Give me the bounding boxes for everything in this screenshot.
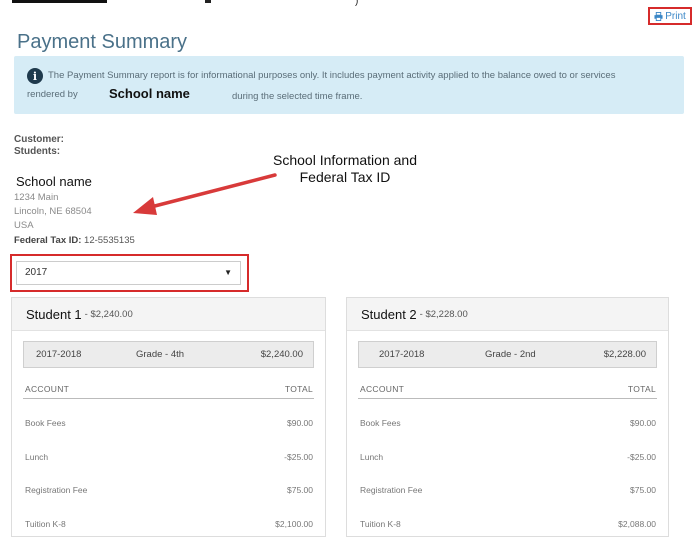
line-item-label: Registration Fee — [25, 485, 88, 495]
student-amount: - $2,228.00 — [419, 308, 468, 320]
student-card: Student 2 - $2,228.00 2017-2018 Grade - … — [346, 297, 669, 537]
info-text-line1: The Payment Summary report is for inform… — [48, 70, 616, 81]
print-label: Print — [665, 10, 686, 22]
customer-label: Customer: — [14, 134, 65, 145]
line-item-value: $75.00 — [630, 485, 656, 495]
total-column-header: TOTAL — [284, 384, 313, 394]
school-name: School name — [16, 174, 92, 189]
term-total: $2,240.00 — [260, 349, 303, 360]
total-column-header: TOTAL — [627, 384, 656, 394]
top-cropped-strip: ) — [0, 0, 696, 6]
line-item-value: $2,100.00 — [275, 519, 313, 529]
school-address-line1: 1234 Main — [14, 192, 59, 203]
term-summary-row: 2017-2018 Grade - 4th $2,240.00 — [23, 341, 314, 368]
page-title: Payment Summary — [17, 31, 188, 54]
line-item-label: Lunch — [360, 452, 384, 462]
grade-label: Grade - 2nd — [485, 349, 536, 360]
annotation-arrow — [133, 173, 277, 215]
line-item-label: Tuition K-8 — [25, 519, 66, 529]
line-item-label: Lunch — [25, 452, 49, 462]
info-text-prefix: rendered by — [27, 89, 78, 100]
school-country: USA — [14, 220, 34, 231]
header-divider — [23, 398, 314, 399]
student-card-header: Student 2 - $2,228.00 — [347, 298, 668, 331]
student-card: Student 1 - $2,240.00 2017-2018 Grade - … — [11, 297, 326, 537]
line-item-value: -$25.00 — [284, 452, 313, 462]
students-label: Students: — [14, 146, 61, 157]
line-item-label: Registration Fee — [360, 485, 423, 495]
header-divider — [358, 398, 657, 399]
line-item-value: $2,088.00 — [618, 519, 656, 529]
term-label: 2017-2018 — [379, 349, 425, 360]
term-label: 2017-2018 — [36, 349, 82, 360]
grade-label: Grade - 4th — [136, 349, 185, 360]
student-name: Student 2 — [361, 306, 417, 322]
chevron-down-icon: ▼ — [224, 268, 232, 277]
tax-id-value: 12-5535135 — [84, 235, 135, 246]
student-card-header: Student 1 - $2,240.00 — [12, 298, 325, 331]
info-text-suffix: during the selected time frame. — [232, 91, 363, 102]
cropped-mark — [205, 0, 211, 3]
line-item-value: $90.00 — [287, 418, 313, 428]
year-dropdown-highlight: 2017 ▼ — [10, 254, 249, 292]
line-item-label: Book Fees — [360, 418, 401, 428]
student-name: Student 1 — [26, 306, 82, 322]
school-address-line2: Lincoln, NE 68504 — [14, 206, 92, 217]
year-select[interactable]: 2017 ▼ — [16, 261, 241, 285]
line-item-label: Book Fees — [25, 418, 66, 428]
tax-id-label: Federal Tax ID: — [14, 235, 82, 246]
info-icon: i — [27, 68, 43, 84]
line-item-value: -$25.00 — [627, 452, 656, 462]
student-amount: - $2,240.00 — [84, 308, 133, 320]
info-alert: i The Payment Summary report is for info… — [14, 56, 684, 114]
printer-icon — [654, 11, 663, 21]
line-item-label: Tuition K-8 — [360, 519, 401, 529]
print-button[interactable]: Print — [648, 7, 692, 25]
cropped-underline — [12, 0, 107, 3]
line-item-value: $75.00 — [287, 485, 313, 495]
cropped-paren: ) — [355, 0, 359, 6]
term-summary-row: 2017-2018 Grade - 2nd $2,228.00 — [358, 341, 657, 368]
account-column-header: ACCOUNT — [25, 384, 70, 394]
line-item-value: $90.00 — [630, 418, 656, 428]
year-select-value: 2017 — [25, 267, 48, 278]
info-school-name: School name — [109, 86, 190, 101]
account-column-header: ACCOUNT — [360, 384, 405, 394]
federal-tax-id: Federal Tax ID: 12-5535135 — [14, 235, 135, 246]
term-total: $2,228.00 — [603, 349, 646, 360]
